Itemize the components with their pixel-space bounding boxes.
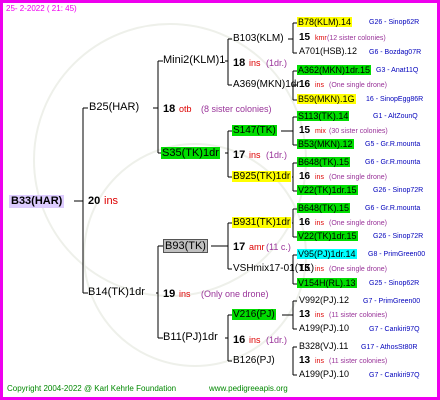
gen2-d-count: 16 <box>233 334 246 346</box>
root-count: 20 <box>88 195 101 207</box>
pedigree-frame: 25- 2-2022 ( 21: 45) B33(HAR) 20 ins B25… <box>0 0 440 400</box>
gen4-r11-suffix: ins <box>315 174 324 181</box>
gen4-r8-suffix: mix <box>315 128 326 135</box>
gen4-r5-note: (One single drone) <box>329 82 387 89</box>
gen4-r11-count: 16 <box>299 171 311 182</box>
gen4-r22-code: G17 - AthosSt80R <box>361 344 418 351</box>
gen4-r16-queen[interactable]: V95(PJ)1dr.14 <box>297 249 357 259</box>
gen4-r20-note: (11 sister colonies) <box>329 312 388 319</box>
gen2-b-suffix: ins <box>249 150 261 160</box>
gen4-r4-queen[interactable]: A362(MKN)1dr.15 <box>297 65 372 75</box>
gen4-r5-suffix: ins <box>315 82 324 89</box>
gen2-b-count: 17 <box>233 149 246 161</box>
gen4-r1-queen[interactable]: B78(KLM).14 <box>297 17 353 27</box>
gen3-b2-queen[interactable]: B925(TK)1dr <box>232 171 292 182</box>
gen4-r14-suffix: ins <box>315 220 324 227</box>
gen4-r15-queen[interactable]: V22(TK)1dr.15 <box>297 231 358 241</box>
gen4-r18-code: G25 - Sinop62R <box>369 280 420 287</box>
gen2-c-suffix: amr <box>249 242 265 252</box>
root-queen[interactable]: B33(HAR) <box>9 195 65 208</box>
gen2-c-note: (11 c.) <box>266 242 291 252</box>
gen4-r8-count: 15 <box>299 125 311 136</box>
gen4-r12-queen[interactable]: V22(TK)1dr.15 <box>297 185 358 195</box>
gen4-r17-suffix: ins <box>315 266 324 273</box>
gen4-r10-queen[interactable]: B648(TK).15 <box>297 157 351 167</box>
gen2-d-queen[interactable]: B11(PJ)1dr <box>163 332 218 343</box>
dam-count: 19 <box>163 288 176 300</box>
gen2-d-suffix: ins <box>249 335 261 345</box>
gen4-r1-code: G26 - Sinop62R <box>369 19 420 26</box>
gen4-r24-queen[interactable]: A199(PJ).10 <box>299 370 349 379</box>
gen2-c-count: 17 <box>233 241 246 253</box>
gen2-c-queen[interactable]: B93(TK) <box>163 239 208 253</box>
gen4-r22-queen[interactable]: B328(VJ).11 <box>299 342 348 351</box>
gen4-r6-queen[interactable]: B59(MKN).1G <box>297 94 356 104</box>
dam-suffix: ins <box>179 289 191 299</box>
gen4-r2-count: 15 <box>299 32 311 43</box>
gen4-r20-count: 13 <box>299 309 311 320</box>
gen2-a-note: (1dr.) <box>266 58 288 68</box>
gen4-r11-note: (One single drone) <box>329 174 387 181</box>
gen3-b1-queen[interactable]: S147(TK) <box>232 125 277 136</box>
gen2-b-note: (1dr.) <box>266 150 288 160</box>
gen4-r15-code: G26 - Sinop72R <box>373 233 424 240</box>
gen4-r7-queen[interactable]: S113(TK).14 <box>297 111 350 121</box>
gen4-r13-code: G6 - Gr.R.mounta <box>365 205 421 212</box>
gen4-r9-code: G5 - Gr.R.mounta <box>365 141 421 148</box>
gen4-r23-suffix: ins <box>315 358 324 365</box>
gen4-r4-code: G3 - Anat11Q <box>376 67 419 74</box>
gen3-c1-queen[interactable]: B931(TK)1dr <box>232 217 292 228</box>
gen3-d1-queen[interactable]: V216(PJ) <box>232 309 276 320</box>
dam-note: (Only one drone) <box>201 289 269 299</box>
gen3-a2-queen[interactable]: A369(MKN)1dr <box>233 80 300 90</box>
gen4-r5-count: 16 <box>299 79 311 90</box>
dam-queen[interactable]: B14(TK)1dr <box>88 287 145 298</box>
gen2-a-count: 18 <box>233 57 246 69</box>
gen4-r18-queen[interactable]: V154H(RL).13 <box>297 278 357 288</box>
gen3-d2-queen[interactable]: B126(PJ) <box>233 356 275 366</box>
gen4-r24-code: G7 - Cankiri97Q <box>369 372 420 379</box>
sire-note: (8 sister colonies) <box>201 104 272 114</box>
gen4-r14-note: (One single drone) <box>329 220 387 227</box>
footer-website-link[interactable]: www.pedigreeapis.org <box>209 385 288 393</box>
footer-copyright: Copyright 2004-2022 @ Karl Kehrle Founda… <box>7 384 177 393</box>
sire-queen[interactable]: B25(HAR) <box>89 102 139 113</box>
gen4-r21-queen[interactable]: A199(PJ).10 <box>299 324 349 333</box>
root-suffix: ins <box>104 195 119 207</box>
gen3-a1-queen[interactable]: B103(KLM) <box>233 34 284 44</box>
gen4-r14-count: 16 <box>299 217 311 228</box>
gen4-r19-queen[interactable]: V992(PJ).12 <box>299 296 349 305</box>
gen2-d-note: (1dr.) <box>266 335 288 345</box>
gen4-r8-note: (30 sister colonies) <box>329 128 388 135</box>
gen4-r19-code: G7 - PrimGreen00 <box>363 298 421 305</box>
gen4-r16-code: G8 - PrimGreen00 <box>368 251 426 258</box>
gen4-r7-code: G1 - AltZounQ <box>373 113 418 120</box>
sire-count: 18 <box>163 103 176 115</box>
gen2-b-queen[interactable]: S35(TK)1dr <box>161 147 220 159</box>
gen4-r10-code: G6 - Gr.R.mounta <box>365 159 421 166</box>
gen4-r2-note: (12 sister colonies) <box>327 35 386 42</box>
gen4-r3-queen[interactable]: A701(HSB).12 <box>299 47 357 56</box>
gen2-a-suffix: ins <box>249 58 261 68</box>
gen4-r20-suffix: ins <box>315 312 324 319</box>
gen4-r23-note: (11 sister colonies) <box>329 358 388 365</box>
gen4-r2-suffix: kmr <box>315 35 327 42</box>
gen4-r17-note: (One single drone) <box>329 266 387 273</box>
gen4-r13-queen[interactable]: B648(TK).15 <box>297 203 351 213</box>
gen2-a-queen[interactable]: Mini2(KLM)1 <box>163 55 225 66</box>
gen4-r6-code: 16 - SinopEgg86R <box>366 96 424 103</box>
gen4-r23-count: 13 <box>299 355 311 366</box>
report-date: 25- 2-2022 ( 21: 45) <box>6 4 77 13</box>
gen4-r12-code: G26 - Sinop72R <box>373 187 424 194</box>
gen4-r9-queen[interactable]: B53(MKN).12 <box>297 139 354 149</box>
gen4-r21-code: G7 - Cankiri97Q <box>369 326 420 333</box>
gen4-r17-count: 15 <box>299 263 311 274</box>
gen4-r3-code: G6 - Bozdag07R <box>369 49 422 56</box>
sire-suffix: otb <box>179 104 192 114</box>
